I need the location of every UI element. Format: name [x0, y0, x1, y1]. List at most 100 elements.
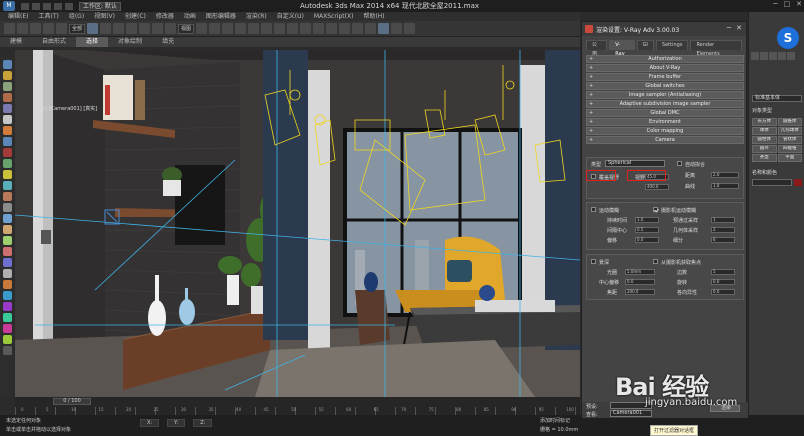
- scale-icon[interactable]: [165, 23, 177, 34]
- time-slider[interactable]: 0 / 100 0 5 10 15 20 25 30 35 40 45 50 5…: [15, 397, 580, 415]
- select-by-name-icon[interactable]: [100, 23, 112, 34]
- maximize-icon[interactable]: □: [784, 0, 791, 8]
- effects-icon[interactable]: [2, 302, 12, 311]
- camera-viewport[interactable]: [+] [Camera001] [真实]: [15, 50, 580, 397]
- hierarchy-tab-icon[interactable]: [769, 52, 777, 60]
- modifier-icon[interactable]: [2, 203, 12, 212]
- layer-manager-icon[interactable]: [313, 23, 325, 34]
- aperture-spinner[interactable]: 5.0mm: [625, 269, 655, 275]
- menu-animation[interactable]: 动画: [184, 12, 196, 21]
- sphere-button[interactable]: 球体: [752, 127, 777, 135]
- tab-vray[interactable]: V-Ray: [609, 40, 635, 57]
- rotation-spinner[interactable]: 0.0: [711, 279, 735, 285]
- motion-tab-icon[interactable]: [778, 52, 786, 60]
- named-selection-icon[interactable]: [274, 23, 286, 34]
- undo-icon[interactable]: [54, 2, 62, 10]
- add-time-tag-button[interactable]: 添加时间标记: [540, 417, 570, 424]
- redo-icon[interactable]: [65, 2, 73, 10]
- spacewarp-icon[interactable]: [2, 159, 12, 168]
- torus-button[interactable]: 圆环: [752, 145, 777, 153]
- move-icon[interactable]: [139, 23, 151, 34]
- open-file-icon[interactable]: [32, 2, 40, 10]
- duration-spinner[interactable]: 1.0: [635, 217, 659, 223]
- subdivs-spinner[interactable]: 6: [711, 237, 735, 243]
- prepass-spinner[interactable]: 1: [711, 217, 735, 223]
- tab-selection[interactable]: 选择: [76, 37, 109, 47]
- x-coordinate-field[interactable]: X:: [140, 419, 160, 427]
- material-icon[interactable]: [2, 291, 12, 300]
- paint-icon[interactable]: [2, 192, 12, 201]
- rollout-image-sampler[interactable]: Image sampler (Antialiasing): [586, 91, 744, 99]
- tube-button[interactable]: 管状体: [777, 136, 802, 144]
- hierarchy-icon[interactable]: [2, 214, 12, 223]
- render-production-icon[interactable]: [404, 23, 416, 34]
- cone-button[interactable]: 圆锥体: [777, 118, 802, 126]
- save-file-icon[interactable]: [43, 2, 51, 10]
- menu-graph-editors[interactable]: 图形编辑器: [206, 12, 236, 21]
- menu-help[interactable]: 帮助(H): [363, 12, 384, 21]
- cylinder-button[interactable]: 圆柱体: [752, 136, 777, 144]
- geometry-samples-spinner[interactable]: 2: [711, 227, 735, 233]
- schematic-view-icon[interactable]: [352, 23, 364, 34]
- tab-render-elements[interactable]: Render Elements: [690, 40, 742, 57]
- percent-snap-icon[interactable]: [248, 23, 260, 34]
- particle-icon[interactable]: [2, 324, 12, 333]
- focal-distance-spinner[interactable]: 200.0: [625, 289, 655, 295]
- close-icon[interactable]: ✕: [796, 0, 802, 8]
- menu-customize[interactable]: 自定义(U): [277, 12, 304, 21]
- snap-toggle-icon[interactable]: [222, 23, 234, 34]
- display-icon[interactable]: [2, 236, 12, 245]
- menu-group[interactable]: 组(G): [69, 12, 84, 21]
- anisotropy-spinner[interactable]: 0.0: [711, 289, 735, 295]
- render-setup-icon[interactable]: [378, 23, 390, 34]
- dialog-titlebar[interactable]: 渲染设置: V-Ray Adv 3.00.03 ─ ✕: [582, 22, 746, 36]
- rollout-global-switches[interactable]: Global switches: [586, 82, 744, 90]
- edge-icon[interactable]: [2, 71, 12, 80]
- rollout-color-mapping[interactable]: Color mapping: [586, 127, 744, 135]
- rollout-about-vray[interactable]: About V-Ray: [586, 64, 744, 72]
- interval-center-spinner[interactable]: 0.5: [635, 227, 659, 233]
- reference-coordinate-dropdown[interactable]: 视图: [178, 23, 195, 34]
- display-tab-icon[interactable]: [787, 52, 795, 60]
- undo-icon[interactable]: [4, 23, 15, 34]
- height-spinner[interactable]: 400.0: [645, 184, 669, 190]
- center-bias-spinner[interactable]: 0.0: [625, 279, 655, 285]
- camera-type-select[interactable]: Spherical: [605, 160, 665, 167]
- settings-icon[interactable]: [2, 346, 12, 355]
- motion-icon[interactable]: [2, 225, 12, 234]
- object-name-input[interactable]: [752, 179, 792, 186]
- geosphere-button[interactable]: 几何球体: [777, 127, 802, 135]
- rollout-frame-buffer[interactable]: Frame buffer: [586, 73, 744, 81]
- modify-tab-icon[interactable]: [760, 52, 768, 60]
- selection-region-icon[interactable]: [113, 23, 125, 34]
- rollout-authorization[interactable]: Authorization: [586, 55, 744, 63]
- shape-icon[interactable]: [2, 181, 12, 190]
- menu-create[interactable]: 创建(C): [125, 12, 146, 21]
- view-dropdown[interactable]: Camera001: [610, 410, 652, 417]
- tab-settings[interactable]: Settings: [655, 40, 689, 50]
- box-button[interactable]: 长方体: [752, 118, 777, 126]
- new-file-icon[interactable]: [21, 2, 29, 10]
- graphite-ribbon-icon[interactable]: [326, 23, 338, 34]
- menu-edit[interactable]: 编辑(E): [8, 12, 28, 21]
- name-color-header[interactable]: 名称和颜色: [752, 169, 802, 176]
- object-color-swatch[interactable]: [794, 179, 802, 186]
- select-object-icon[interactable]: [87, 23, 99, 34]
- bias-spinner[interactable]: 0.0: [635, 237, 659, 243]
- element-icon[interactable]: [2, 104, 12, 113]
- menu-modifiers[interactable]: 修改器: [156, 12, 174, 21]
- angle-snap-icon[interactable]: [235, 23, 247, 34]
- polygon-icon[interactable]: [2, 93, 12, 102]
- tab-common[interactable]: 公用: [586, 40, 608, 57]
- bind-space-warp-icon[interactable]: [56, 23, 67, 34]
- curve-editor-icon[interactable]: [339, 23, 351, 34]
- tab-object-paint[interactable]: 对象绘制: [108, 37, 152, 47]
- redo-icon[interactable]: [17, 23, 28, 34]
- sun-icon[interactable]: [2, 170, 12, 179]
- curve-spinner[interactable]: 1.0: [711, 183, 739, 189]
- tab-freeform[interactable]: 自由形式: [32, 37, 76, 47]
- workspace-dropdown[interactable]: 工作区: 默认: [79, 1, 121, 11]
- distance-spinner[interactable]: 2.0: [711, 172, 739, 178]
- frame-indicator[interactable]: 0 / 100: [53, 398, 91, 405]
- rollout-global-dmc[interactable]: Global DMC: [586, 109, 744, 117]
